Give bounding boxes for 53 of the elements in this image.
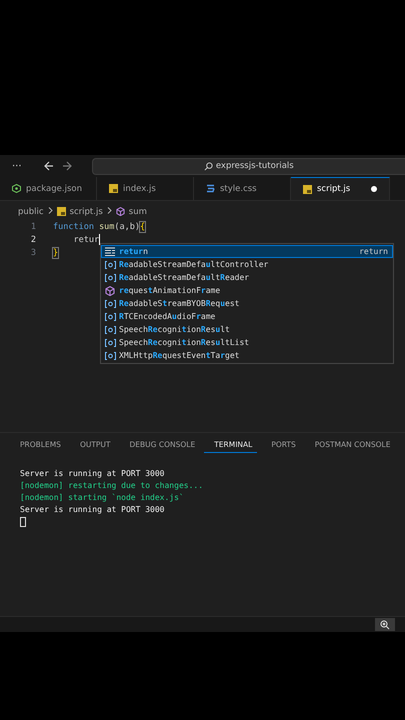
line-number: 3 — [30, 248, 36, 258]
cube-icon — [105, 286, 116, 296]
chevron-icon — [106, 206, 112, 216]
suggestion-item[interactable]: requestAnimationFrame — [101, 284, 393, 297]
suggestion-item[interactable]: SpeechRecognitionResultList — [101, 336, 393, 349]
variable-icon — [105, 326, 116, 334]
line-number: 2 — [30, 234, 36, 244]
suggestion-item[interactable]: ReadableStreamDefaultController — [101, 258, 393, 271]
more-menu-button[interactable]: ··· — [12, 160, 22, 172]
variable-icon — [105, 300, 116, 308]
suggestion-item[interactable]: return return — [101, 245, 393, 258]
suggestion-detail: return — [359, 247, 388, 256]
editor-tab[interactable]: index.js — [97, 177, 194, 200]
js-file-icon — [56, 207, 66, 216]
zoom-in-icon — [380, 620, 390, 630]
code-line: } — [53, 248, 58, 258]
back-arrow-icon[interactable] — [44, 161, 54, 171]
variable-icon — [105, 260, 116, 268]
cube-icon — [116, 207, 125, 216]
variable-icon — [105, 352, 116, 360]
suggestion-item[interactable]: XMLHttpRequestEventTarget — [101, 349, 393, 362]
variable-icon — [105, 338, 116, 346]
variable-icon — [105, 312, 116, 320]
breadcrumb-item[interactable]: script.js — [70, 206, 103, 216]
editor-tab[interactable]: package.json — [0, 177, 97, 200]
chevron-icon — [48, 206, 53, 216]
zoom-button[interactable] — [375, 618, 395, 631]
suggestion-item[interactable]: ReadableStreamDefaultReader — [101, 271, 393, 284]
suggestion-item[interactable]: RTCEncodedAudioFrame — [101, 310, 393, 323]
terminal-line: Server is running at PORT 3000 — [20, 468, 166, 480]
css-file-icon — [206, 184, 215, 193]
unsaved-dot-icon — [371, 186, 377, 192]
terminal-cursor — [20, 517, 26, 527]
suggestion-item[interactable]: ReadableStreamBYOBRequest — [101, 297, 393, 310]
search-field[interactable]: expressjs-tutorials — [92, 158, 405, 174]
js-file-icon — [109, 184, 118, 193]
variable-icon — [105, 274, 116, 282]
breadcrumb-item[interactable]: public — [18, 206, 44, 216]
terminal-line: [nodemon] starting `node index.js` — [20, 492, 185, 504]
snippet-lines-icon — [105, 247, 116, 256]
suggestion-item[interactable]: SpeechRecognitionResult — [101, 323, 393, 336]
breadcrumb-item[interactable]: sum — [128, 206, 147, 216]
editor-tab[interactable]: script.js — [291, 177, 390, 200]
line-number: 1 — [30, 222, 36, 232]
terminal-line: [nodemon] restarting due to changes... — [20, 480, 204, 492]
search-text: expressjs-tutorials — [216, 161, 294, 171]
hexagon-icon — [12, 184, 21, 193]
code-line: function sum(a,b){ — [53, 222, 146, 232]
forward-arrow-icon[interactable] — [62, 161, 72, 171]
terminal-line: Server is running at PORT 3000 — [20, 504, 166, 516]
search-icon — [204, 162, 213, 170]
code-line: retur — [72, 234, 100, 245]
js-file-icon — [303, 184, 312, 194]
